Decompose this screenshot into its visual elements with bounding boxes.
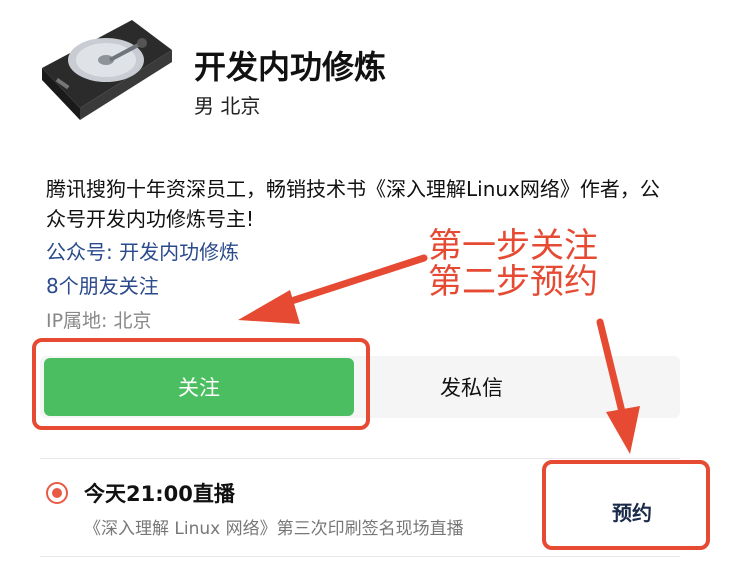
live-title: 今天21:00直播 [84, 482, 235, 506]
send-message-button[interactable]: 发私信 [440, 372, 503, 402]
profile-name: 开发内功修炼 [194, 48, 387, 86]
live-indicator-icon [46, 482, 68, 504]
profile-gender-location: 男 北京 [194, 94, 261, 118]
follow-highlight-box [32, 338, 370, 430]
reserve-highlight-box [542, 460, 710, 550]
ip-location: IP属地: 北京 [46, 310, 152, 332]
hard-drive-icon [42, 20, 172, 120]
arrow-to-follow-icon [238, 254, 428, 324]
annotation-step-2: 第二步预约 [428, 262, 598, 302]
avatar[interactable] [36, 16, 176, 126]
official-account-link[interactable]: 公众号: 开发内功修炼 [46, 236, 239, 265]
profile-bio: 腾讯搜狗十年资深员工，畅销技术书《深入理解Linux网络》作者，公众号开发内功修… [46, 177, 660, 231]
divider [40, 556, 680, 557]
live-description: 《深入理解 Linux 网络》第三次印刷签名现场直播 [84, 519, 464, 539]
friends-following-link[interactable]: 8个朋友关注 [46, 270, 159, 299]
divider [40, 458, 680, 459]
annotation-step-1: 第一步关注 [428, 226, 598, 266]
